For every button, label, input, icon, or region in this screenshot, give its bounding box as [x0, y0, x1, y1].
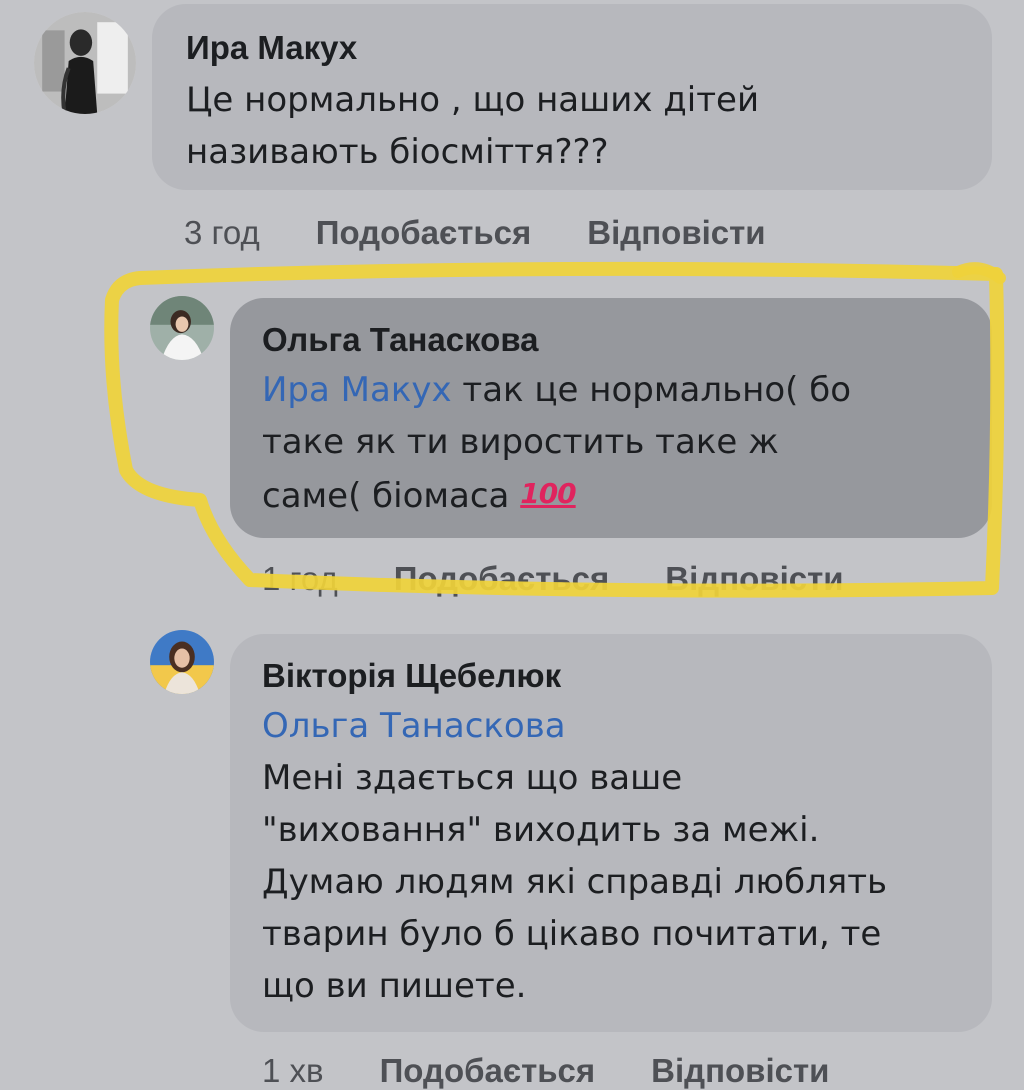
- comment-time[interactable]: 3 год: [184, 214, 260, 252]
- comment-text: Це нормально , що наших дітей називають …: [186, 74, 992, 178]
- avatar-image: [150, 296, 214, 360]
- comment-actions: 1 хв Подобається Відповісти: [262, 1052, 829, 1090]
- comment-actions: 1 год Подобається Відповісти: [262, 560, 844, 598]
- avatar-image: [34, 12, 136, 114]
- reply-button[interactable]: Відповісти: [587, 214, 765, 252]
- comment-author[interactable]: Ольга Танаскова: [262, 320, 992, 360]
- comment-text-line: саме( біомаса: [262, 476, 510, 516]
- like-button[interactable]: Подобається: [316, 214, 532, 252]
- comment-text-line: Це нормально , що наших дітей: [186, 80, 760, 120]
- comment-author[interactable]: Ира Макух: [186, 28, 992, 68]
- hundred-points-emoji: 100: [520, 477, 576, 510]
- like-button[interactable]: Подобається: [394, 560, 610, 598]
- avatar[interactable]: [150, 630, 214, 694]
- comment-text-line: Мені здається що ваше: [262, 758, 683, 798]
- avatar[interactable]: [34, 12, 136, 114]
- comment-text-line: так це нормально( бо: [451, 370, 852, 410]
- comment-time[interactable]: 1 год: [262, 560, 338, 598]
- comment-text-line: Думаю людям які справді люблять: [262, 862, 888, 902]
- comment-actions: 3 год Подобається Відповісти: [184, 214, 766, 252]
- comment-text: Ира Макух так це нормально( бо таке як т…: [262, 364, 992, 522]
- reply-button[interactable]: Відповісти: [665, 560, 843, 598]
- comment-time[interactable]: 1 хв: [262, 1052, 324, 1090]
- mention-link[interactable]: Ольга Танаскова: [262, 700, 992, 752]
- comment-bubble: Вікторія Щебелюк Ольга Танаскова Мені зд…: [230, 634, 992, 1032]
- avatar-image: [150, 630, 214, 694]
- comment-text-line: тварин було б цікаво почитати, те: [262, 914, 882, 954]
- comment-author[interactable]: Вікторія Щебелюк: [262, 656, 992, 696]
- comment-text-line: називають біосміття???: [186, 132, 609, 172]
- mention-link[interactable]: Ира Макух: [262, 370, 452, 410]
- comment-text-line: таке як ти виростить таке ж: [262, 422, 779, 462]
- comment-text: Ольга Танаскова Мені здається що ваше "в…: [262, 700, 992, 1012]
- like-button[interactable]: Подобається: [380, 1052, 596, 1090]
- comment-text-line: що ви пишете.: [262, 966, 527, 1006]
- comment-bubble: Ольга Танаскова Ира Макух так це нормаль…: [230, 298, 992, 538]
- comment-bubble: Ира Макух Це нормально , що наших дітей …: [152, 4, 992, 190]
- reply-button[interactable]: Відповісти: [651, 1052, 829, 1090]
- comment-text-line: "виховання" виходить за межі.: [262, 810, 820, 850]
- avatar[interactable]: [150, 296, 214, 360]
